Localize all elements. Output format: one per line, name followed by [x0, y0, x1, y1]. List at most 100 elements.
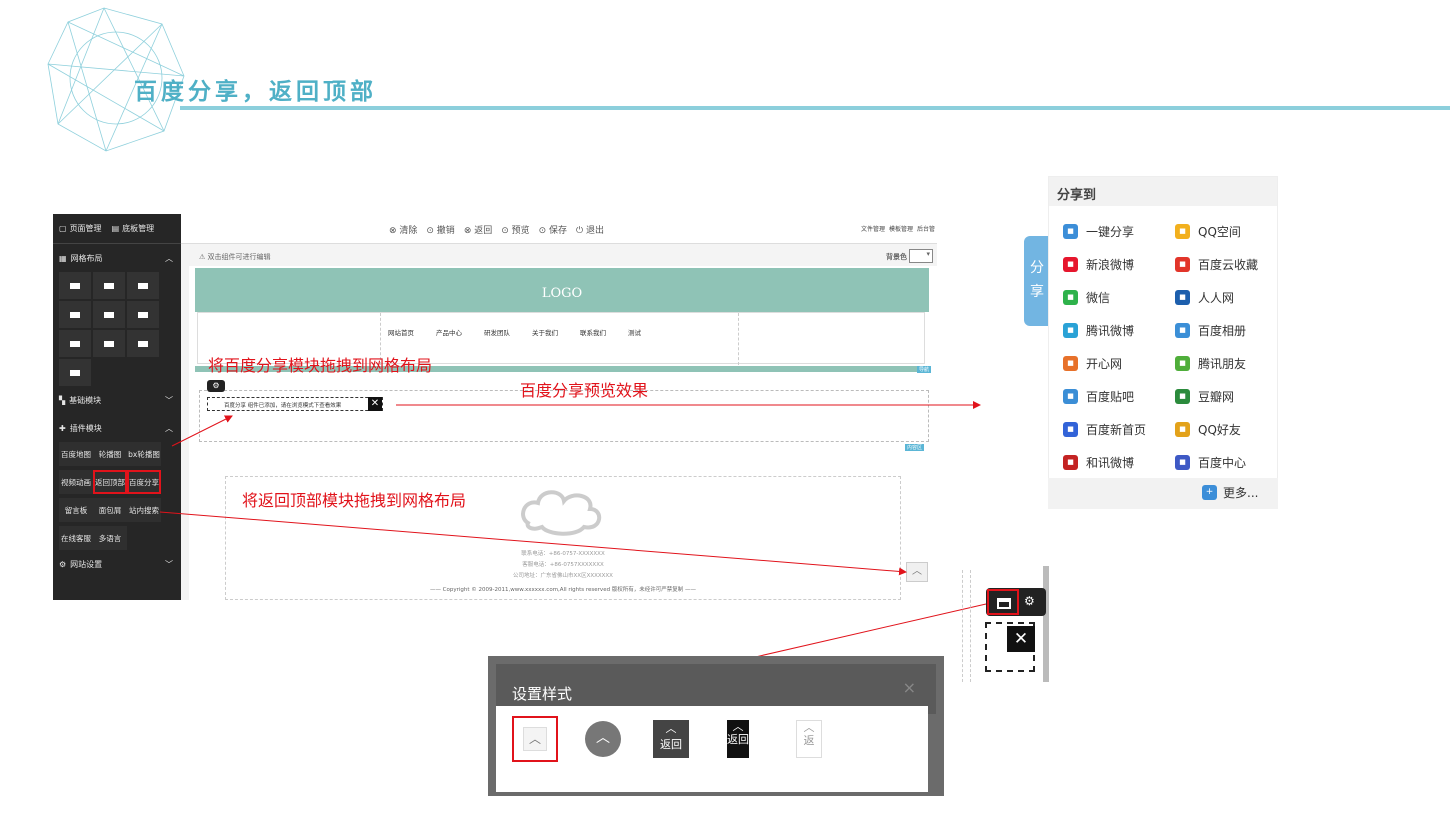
- share-option[interactable]: ■ 百度相册: [1175, 320, 1287, 340]
- close-icon[interactable]: ×: [903, 678, 916, 697]
- content-tag: 内容区: [905, 444, 925, 451]
- share-option[interactable]: ■ QQ空间: [1175, 221, 1287, 241]
- style-option-black-vertical[interactable]: ︿ 返回: [727, 720, 749, 758]
- plus-icon: +: [1202, 485, 1217, 500]
- preview-button[interactable]: ⊙ 预览: [501, 223, 529, 236]
- layout-option[interactable]: [127, 330, 159, 357]
- share-option[interactable]: ■ 豆瓣网: [1175, 386, 1287, 406]
- puzzle-icon: ✚: [59, 423, 66, 433]
- plugin-message-board[interactable]: 留言板: [59, 498, 93, 522]
- plugin-breadcrumb[interactable]: 面包屑: [93, 498, 127, 522]
- nav-team[interactable]: 研发团队: [484, 327, 510, 337]
- layout-option[interactable]: [93, 301, 125, 328]
- file-management-link[interactable]: 文件管理: [861, 224, 885, 233]
- plugin-online-service[interactable]: 在线客服: [59, 526, 93, 550]
- nav-products[interactable]: 产品中心: [436, 327, 462, 337]
- share-option[interactable]: ■ 腾讯微博: [1063, 320, 1175, 340]
- scroll-bar[interactable]: [1043, 566, 1049, 682]
- bg-color-picker[interactable]: ▾: [909, 249, 933, 263]
- share-more-link[interactable]: 更多...: [1223, 484, 1258, 501]
- back-button[interactable]: ⊗ 返回: [464, 223, 492, 236]
- share-option[interactable]: ■ 一键分享: [1063, 221, 1175, 241]
- plugin-site-search[interactable]: 站内搜索: [127, 498, 161, 522]
- heart-icon: ■: [1175, 256, 1190, 272]
- plugin-multi-language[interactable]: 多语言: [93, 526, 127, 550]
- footer-phone: 联系电话：+86-0757-XXXXXXX: [521, 551, 605, 557]
- plugin-baidu-share[interactable]: 百度分享: [127, 470, 161, 494]
- gear-icon: ⚙: [59, 559, 67, 569]
- layout-option[interactable]: [59, 359, 91, 386]
- style-option-square[interactable]: ︿: [512, 716, 558, 762]
- annotation-share-preview: 百度分享预览效果: [520, 381, 649, 400]
- section-site-settings[interactable]: ⚙ 网站设置 ﹀: [53, 550, 181, 578]
- nav-test[interactable]: 测试: [628, 327, 641, 337]
- layout-option[interactable]: [59, 301, 91, 328]
- style-option-dark-text[interactable]: ︿ 返回: [653, 720, 689, 758]
- template-management-link[interactable]: 模板管理: [889, 224, 913, 233]
- share-option-label: 开心网: [1086, 356, 1123, 371]
- layout-option[interactable]: [127, 272, 159, 299]
- share-options: ■ 一键分享 ■ QQ空间 ■ 新浪微博 ■ 百度云收藏 ■ 微信 ■ 人人网 ■ 腾讯微博 ■ 百度相册 ■ 开…: [1049, 206, 1277, 472]
- share-option[interactable]: ■ 百度中心: [1175, 452, 1287, 472]
- nav-about[interactable]: 关于我们: [532, 327, 558, 337]
- tieba-icon: ■: [1063, 388, 1078, 404]
- share-component-icon[interactable]: ⚙: [207, 380, 225, 392]
- gear-icon[interactable]: ⚙: [1024, 594, 1035, 608]
- share-option[interactable]: ■ QQ好友: [1175, 419, 1287, 439]
- slide: 百度分享，返回顶部 ▢ 页面管理 ▤ 底板管理 ▦ 网格布局 ︿ ▚ 基础模块 …: [0, 0, 1450, 817]
- close-icon[interactable]: ✕: [1007, 626, 1035, 652]
- back-to-top-button[interactable]: ︿: [906, 562, 928, 582]
- share-option[interactable]: ■ 百度新首页: [1063, 419, 1175, 439]
- nav-contact[interactable]: 联系我们: [580, 327, 606, 337]
- dashed-guide: [962, 570, 963, 682]
- douban-icon: ■: [1175, 388, 1190, 404]
- layout-settings-icon[interactable]: [987, 589, 1019, 615]
- nav-home[interactable]: 网站首页: [388, 327, 414, 337]
- exit-button[interactable]: ⏻ 退出: [576, 223, 604, 236]
- share-option[interactable]: ■ 和讯微博: [1063, 452, 1175, 472]
- plugin-bx-carousel[interactable]: bx轮播图: [127, 442, 161, 466]
- share-option[interactable]: ■ 腾讯朋友: [1175, 353, 1287, 373]
- share-option[interactable]: ■ 开心网: [1063, 353, 1175, 373]
- share-option[interactable]: ■ 新浪微博: [1063, 254, 1175, 274]
- share-option-label: 人人网: [1198, 290, 1235, 305]
- section-basic-modules[interactable]: ▚ 基础模块 ﹀: [53, 386, 181, 414]
- plugin-carousel[interactable]: 轮播图: [93, 442, 127, 466]
- undo-button[interactable]: ⊙ 撤销: [426, 223, 454, 236]
- save-button[interactable]: ⊙ 保存: [539, 223, 567, 236]
- bg-color-label: 背景色: [886, 253, 907, 261]
- share-option[interactable]: ■ 人人网: [1175, 287, 1287, 307]
- tab-base-management[interactable]: ▤ 底板管理: [112, 223, 155, 234]
- layout-option[interactable]: [93, 272, 125, 299]
- close-icon[interactable]: ✕: [368, 397, 382, 411]
- share-option[interactable]: ■ 微信: [1063, 287, 1175, 307]
- style-option-circle[interactable]: ︿: [585, 721, 621, 757]
- section-plugin-modules[interactable]: ✚ 插件模块 ︿: [53, 414, 181, 442]
- editor-toolbar: ⊗ 清除 ⊙ 撤销 ⊗ 返回 ⊙ 预览 ⊙ 保存 ⏻ 退出 文件管理 模板管理 …: [181, 214, 937, 244]
- title-underline: [180, 106, 1450, 110]
- layout-option[interactable]: [59, 272, 91, 299]
- plugin-baidu-map[interactable]: 百度地图: [59, 442, 93, 466]
- layout-option[interactable]: [93, 330, 125, 357]
- admin-link[interactable]: 后台管: [917, 224, 935, 233]
- share-option-label: 百度云收藏: [1198, 257, 1259, 272]
- one-click-share-icon: ■: [1063, 223, 1078, 239]
- footer-service: 客服电话：+86-0757XXXXXXX: [522, 562, 604, 568]
- section-grid-layout[interactable]: ▦ 网格布局 ︿: [53, 244, 181, 272]
- baidu-home-icon: ■: [1063, 421, 1078, 437]
- share-side-tab[interactable]: 分享: [1024, 236, 1050, 326]
- share-panel: 分享到 ■ 一键分享 ■ QQ空间 ■ 新浪微博 ■ 百度云收藏 ■ 微信 ■ 人人网 ■ 腾讯微博 ■ 百度…: [1048, 176, 1278, 509]
- tab-page-management[interactable]: ▢ 页面管理: [59, 223, 102, 234]
- share-option[interactable]: ■ 百度云收藏: [1175, 254, 1287, 274]
- layout-option[interactable]: [127, 301, 159, 328]
- layout-option[interactable]: [59, 330, 91, 357]
- clear-button[interactable]: ⊗ 清除: [389, 223, 417, 236]
- style-option-light-vertical[interactable]: ︿ 返: [796, 720, 822, 758]
- annotation-drag-backtop: 将返回顶部模块拖拽到网格布局: [242, 491, 467, 510]
- plugin-video[interactable]: 视频动画: [59, 470, 93, 494]
- plugin-back-to-top[interactable]: 返回顶部: [93, 470, 127, 494]
- share-option[interactable]: ■ 百度贴吧: [1063, 386, 1175, 406]
- share-component[interactable]: 百度分享 组件已添加，请在浏览模式下查看效果 ✕: [207, 397, 383, 411]
- qzone-icon: ■: [1175, 223, 1190, 239]
- chevron-down-icon: ﹀: [165, 559, 173, 569]
